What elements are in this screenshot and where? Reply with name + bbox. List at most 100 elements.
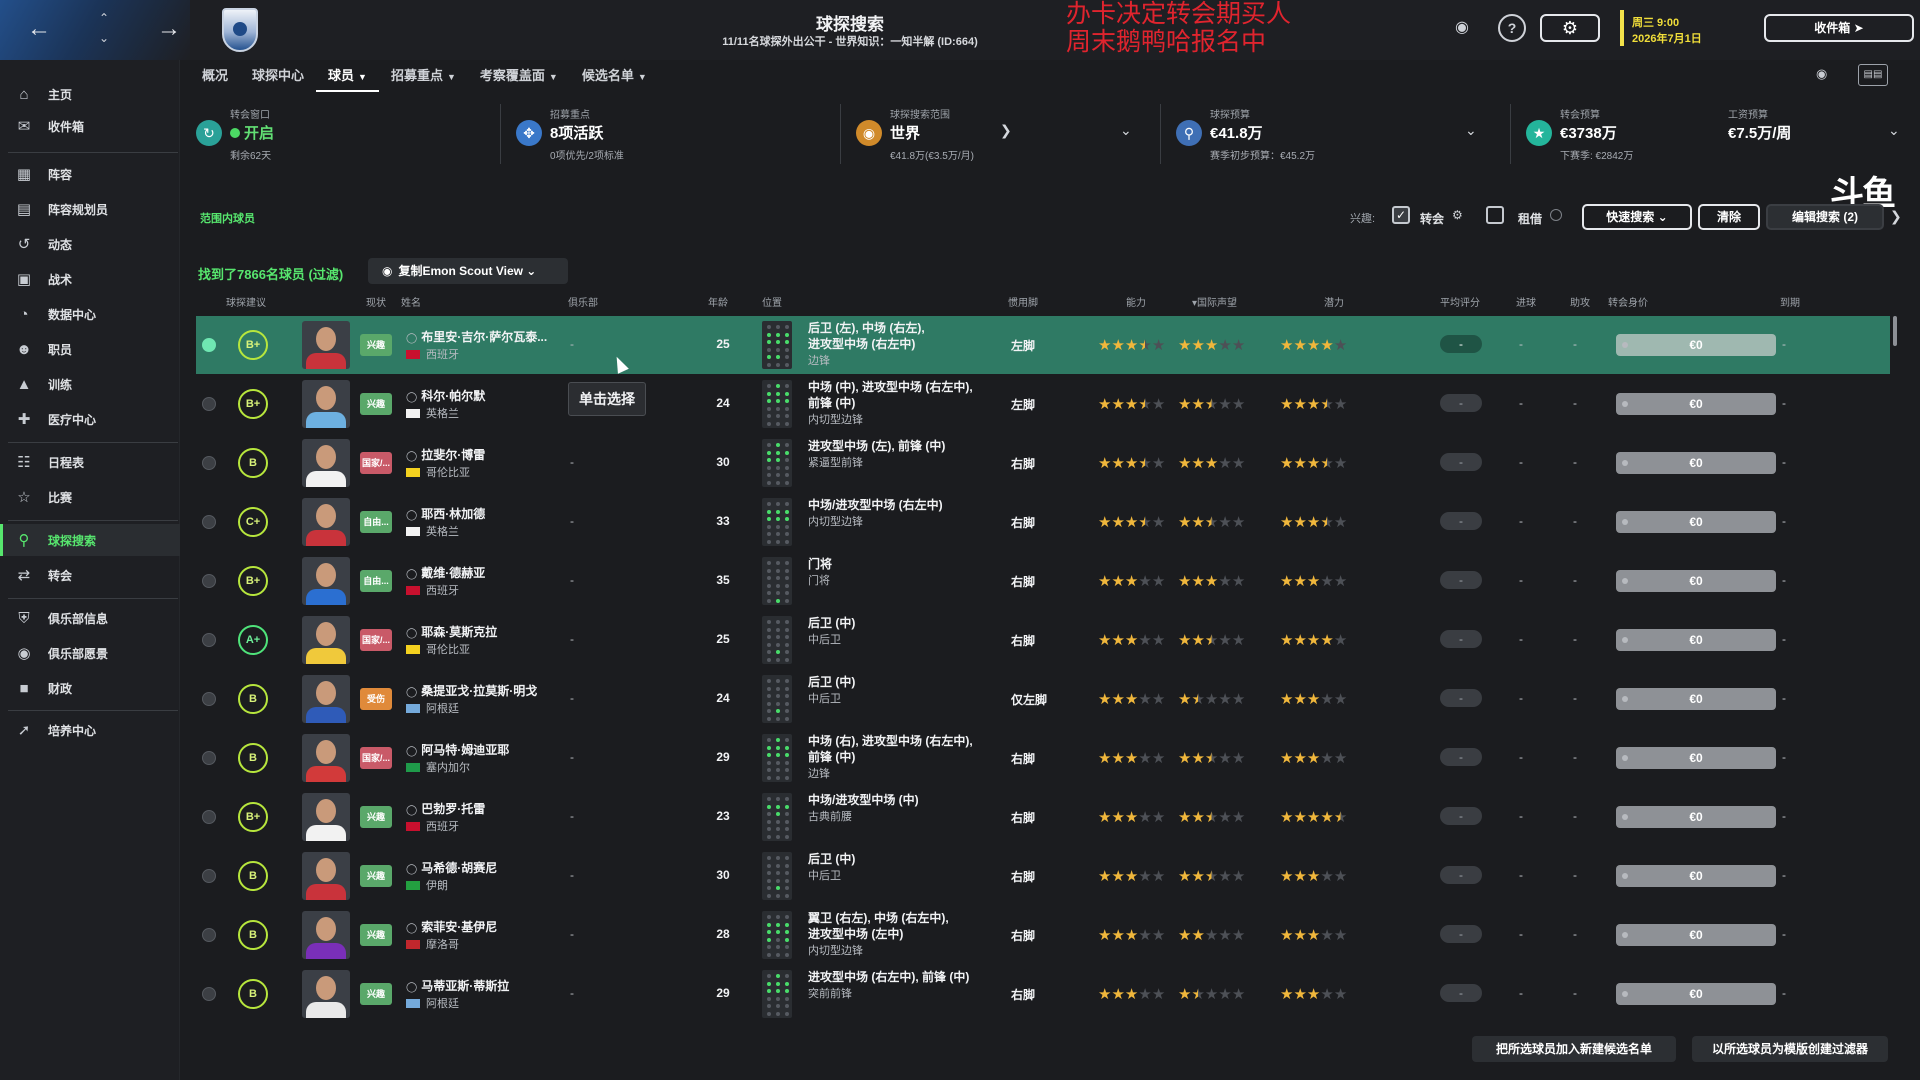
scouting-range-card[interactable]: ◉ 球探搜索范围 世界 €41.8万(€3.5万/月) ⌄: [850, 98, 1150, 170]
player-name[interactable]: ◯ 科尔·帕尔默: [406, 387, 485, 404]
sidebar-item-training[interactable]: ▲ 训练: [0, 368, 180, 400]
gear-icon[interactable]: ⚙: [1452, 208, 1463, 222]
row-select-radio[interactable]: [202, 397, 216, 411]
tab-players[interactable]: 球员 ▼: [316, 60, 379, 92]
sidebar-item-dynamics[interactable]: ↺ 动态: [0, 228, 180, 260]
create-filter-button[interactable]: 以所选球员为模版创建过滤器: [1692, 1036, 1888, 1062]
player-photo[interactable]: [302, 616, 350, 664]
row-select-radio[interactable]: [202, 928, 216, 942]
player-name[interactable]: ◯ 戴维·德赫亚: [406, 564, 485, 581]
player-name[interactable]: ◯ 耶森·莫斯克拉: [406, 623, 497, 640]
row-select-radio[interactable]: [202, 987, 216, 1001]
sidebar-item-squad[interactable]: ▦ 阵容: [0, 158, 180, 190]
up-down-icon[interactable]: ⌃ ⌄: [92, 8, 116, 52]
tab-overview[interactable]: 概况: [190, 60, 240, 92]
player-name[interactable]: ◯ 马希德·胡赛尼: [406, 859, 497, 876]
table-row[interactable]: B 兴趣 ◯ 索菲安·基伊尼 摩洛哥 - 28 翼卫 (右左), 中场 (右左中), 进攻型中场…: [196, 906, 1890, 964]
quick-search-button[interactable]: 快速搜索 ⌄: [1582, 204, 1692, 230]
globe-icon[interactable]: ◉: [1448, 14, 1476, 42]
player-photo[interactable]: [302, 321, 350, 369]
player-name[interactable]: ◯ 阿马特·姆迪亚耶: [406, 741, 509, 758]
col-status[interactable]: 现状: [366, 294, 386, 309]
transfer-window-card[interactable]: ↻ 转会窗口 开启 剩余62天: [190, 98, 490, 170]
row-select-radio[interactable]: [202, 338, 216, 352]
table-row[interactable]: C+ 自由... ◯ 耶西·林加德 英格兰 - 33 中场/进攻型中场 (右左中) 内切型边锋 右…: [196, 493, 1890, 551]
view-mode-icon[interactable]: ▤▤: [1858, 64, 1888, 86]
row-select-radio[interactable]: [202, 633, 216, 647]
col-foot[interactable]: 惯用脚: [1008, 294, 1038, 309]
table-row[interactable]: B+ 兴趣 ◯ 布里安·吉尔·萨尔瓦泰... 西班牙 - 25 后卫 (左), 中场 (右左)…: [196, 316, 1890, 374]
table-row[interactable]: B 受伤 ◯ 桑提亚戈·拉莫斯·明戈 阿根廷 - 24 后卫 (中) 中后卫 仅左脚 ★★★★★ ★★…: [196, 670, 1890, 728]
sidebar-item-medical[interactable]: ✚ 医疗中心: [0, 403, 180, 435]
col-name[interactable]: 姓名: [401, 294, 421, 309]
back-arrow-icon[interactable]: ←: [24, 14, 54, 44]
table-row[interactable]: B 兴趣 ◯ 马希德·胡赛尼 伊朗 - 30 后卫 (中) 中后卫 右脚 ★★★★★ ★★★★★ ★★★…: [196, 847, 1890, 905]
player-photo[interactable]: [302, 970, 350, 1018]
sidebar-item-staff[interactable]: ☻ 职员: [0, 333, 180, 365]
row-select-radio[interactable]: [202, 456, 216, 470]
row-select-radio[interactable]: [202, 515, 216, 529]
sidebar-item-home[interactable]: ⌂ 主页: [0, 78, 180, 110]
col-potential[interactable]: 潜力: [1324, 294, 1344, 309]
col-club[interactable]: 俱乐部: [568, 294, 598, 309]
row-select-radio[interactable]: [202, 574, 216, 588]
player-photo[interactable]: [302, 380, 350, 428]
col-ability[interactable]: 能力: [1126, 294, 1146, 309]
sidebar-item-development[interactable]: ➚ 培养中心: [0, 714, 180, 746]
player-photo[interactable]: [302, 557, 350, 605]
row-select-radio[interactable]: [202, 692, 216, 706]
col-goals[interactable]: 进球: [1516, 294, 1536, 309]
sidebar-item-matches[interactable]: ☆ 比赛: [0, 481, 180, 513]
info-icon[interactable]: [1550, 209, 1562, 221]
tab-coverage[interactable]: 考察覆盖面 ▼: [468, 60, 570, 92]
col-assists[interactable]: 助攻: [1570, 294, 1590, 309]
sidebar-item-finances[interactable]: ■ 财政: [0, 672, 180, 704]
sidebar-item-schedule[interactable]: ☷ 日程表: [0, 446, 180, 478]
chevron-down-icon[interactable]: ⌄: [1120, 122, 1132, 139]
tab-scouting-centre[interactable]: 球探中心: [240, 60, 316, 92]
player-photo[interactable]: [302, 675, 350, 723]
sidebar-item-inbox[interactable]: ✉ 收件箱: [0, 110, 180, 142]
col-reputation[interactable]: ▾国际声望: [1192, 294, 1237, 309]
add-to-shortlist-button[interactable]: 把所选球员加入新建候选名单: [1472, 1036, 1676, 1062]
inbox-button[interactable]: 收件箱 ➤: [1764, 14, 1914, 42]
scouting-budget-card[interactable]: ⚲ 球探预算 €41.8万 赛季初步预算：€45.2万 ⌄: [1170, 98, 1500, 170]
player-photo[interactable]: [302, 734, 350, 782]
col-position[interactable]: 位置: [762, 294, 782, 309]
forward-arrow-icon[interactable]: →: [154, 14, 184, 44]
scrollbar[interactable]: [1893, 316, 1897, 346]
sidebar-item-club-info[interactable]: ⛨ 俱乐部信息: [0, 602, 180, 634]
row-select-radio[interactable]: [202, 751, 216, 765]
table-row[interactable]: B 国家/... ◯ 拉斐尔·博雷 哥伦比亚 - 30 进攻型中场 (左), 前锋 (中) 紧逼…: [196, 434, 1890, 492]
row-select-radio[interactable]: [202, 810, 216, 824]
player-name[interactable]: ◯ 巴勃罗·托雷: [406, 800, 485, 817]
player-name[interactable]: ◯ 马蒂亚斯·蒂斯拉: [406, 977, 509, 994]
sidebar-item-transfers[interactable]: ⇄ 转会: [0, 559, 180, 591]
clear-button[interactable]: 清除: [1698, 204, 1760, 230]
sidebar-item-scouting[interactable]: ⚲ 球探搜索: [0, 524, 180, 556]
club-crest[interactable]: [222, 8, 258, 52]
col-expires[interactable]: 到期: [1780, 294, 1800, 309]
player-photo[interactable]: [302, 911, 350, 959]
table-row[interactable]: B 兴趣 ◯ 马蒂亚斯·蒂斯拉 阿根廷 - 29 进攻型中场 (右左中), 前锋 (中) 突前前…: [196, 965, 1890, 1023]
help-icon[interactable]: ?: [1498, 14, 1526, 42]
col-rec[interactable]: 球探建议: [226, 294, 266, 309]
tab-shortlist[interactable]: 候选名单 ▼: [570, 60, 659, 92]
table-row[interactable]: B 国家/... ◯ 阿马特·姆迪亚耶 塞内加尔 - 29 中场 (右), 进攻型中场 (右左…: [196, 729, 1890, 787]
player-name[interactable]: ◯ 拉斐尔·博雷: [406, 446, 485, 463]
table-row[interactable]: A+ 国家/... ◯ 耶森·莫斯克拉 哥伦比亚 - 25 后卫 (中) 中后卫 右脚 ★★★★★ ★…: [196, 611, 1890, 669]
transfer-checkbox[interactable]: ✓: [1392, 206, 1410, 224]
player-name[interactable]: ◯ 布里安·吉尔·萨尔瓦泰...: [406, 328, 547, 345]
sidebar-item-club-vision[interactable]: ◉ 俱乐部愿景: [0, 637, 180, 669]
table-row[interactable]: B+ 兴趣 ◯ 巴勃罗·托雷 西班牙 - 23 中场/进攻型中场 (中) 古典前腰 右脚 ★★★★★…: [196, 788, 1890, 846]
player-photo[interactable]: [302, 498, 350, 546]
col-value[interactable]: 转会身价: [1608, 294, 1648, 309]
row-select-radio[interactable]: [202, 869, 216, 883]
table-row[interactable]: B+ 兴趣 ◯科尔·帕尔默英格兰 - 24 中场 (中), 进攻型中场 (右左中),前锋 …: [196, 375, 1890, 433]
view-selector[interactable]: ◉ 复制Emon Scout View ⌄: [368, 258, 568, 284]
player-name[interactable]: ◯ 桑提亚戈·拉莫斯·明戈: [406, 682, 537, 699]
player-name[interactable]: ◯ 索菲安·基伊尼: [406, 918, 497, 935]
player-photo[interactable]: [302, 439, 350, 487]
table-row[interactable]: B+ 自由... ◯ 戴维·德赫亚 西班牙 -35 门将 门将 右脚 ★★★★★ ★★★★★ ★★★★…: [196, 552, 1890, 610]
player-photo[interactable]: [302, 852, 350, 900]
